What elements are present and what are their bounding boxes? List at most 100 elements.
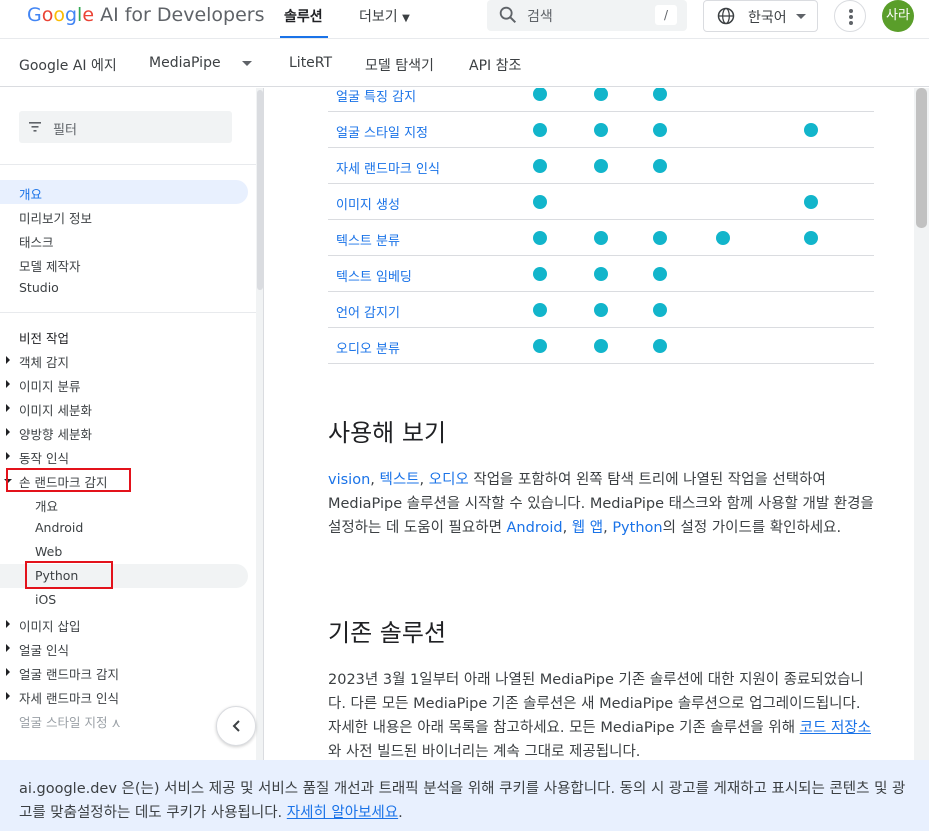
- subnav-item-api-reference[interactable]: API 참조: [469, 55, 521, 75]
- sidebar-item-object-detection[interactable]: 객체 감지: [19, 352, 69, 371]
- sidebar-item-face-landmark[interactable]: 얼굴 랜드마크 감지: [19, 664, 119, 683]
- sidebar-item-image-segmentation[interactable]: 이미지 세분화: [19, 400, 92, 419]
- cookie-banner: ai.google.dev 은(는) 서비스 제공 및 서비스 품질 개선과 트…: [0, 760, 929, 831]
- expand-arrow-icon[interactable]: [6, 356, 10, 364]
- expand-arrow-icon[interactable]: [6, 452, 10, 460]
- task-link[interactable]: 이미지 생성: [336, 194, 400, 213]
- sidebar-item-image-embedding[interactable]: 이미지 삽입: [19, 616, 80, 635]
- language-label: 한국어: [748, 10, 787, 26]
- sidebar-scrollbar-thumb[interactable]: [257, 90, 263, 290]
- supported-dot-icon: [653, 159, 667, 173]
- expand-arrow-icon[interactable]: [6, 620, 10, 628]
- sidebar-item-overview[interactable]: 개요: [19, 184, 42, 203]
- nav-solutions[interactable]: 솔루션: [284, 6, 323, 26]
- sidebar-item-face-detection[interactable]: 얼굴 인식: [19, 640, 69, 659]
- chevron-down-icon: ▼: [402, 13, 410, 24]
- kebab-dot: [849, 21, 853, 25]
- task-link[interactable]: 텍스트 분류: [336, 230, 400, 249]
- globe-icon: [717, 7, 735, 25]
- language-selector[interactable]: 한국어: [703, 0, 818, 32]
- collapse-sidebar-button[interactable]: [216, 706, 256, 746]
- expand-arrow-icon[interactable]: [6, 644, 10, 652]
- chevron-down-icon: [796, 14, 806, 19]
- paragraph-legacy-solutions: 2023년 3월 1일부터 아래 나열된 MediaPipe 기존 솔루션에 대…: [328, 672, 871, 760]
- table-row: 자세 랜드마크 인식: [328, 148, 874, 184]
- paragraph-try-it: vision, 텍스트, 오디오 작업을 포함하여 왼쪽 탐색 트리에 나열된 …: [328, 472, 874, 536]
- supported-dot-icon: [533, 159, 547, 173]
- sidebar-item-model-maker[interactable]: 모델 제작자: [19, 256, 80, 275]
- heading-try-it: 사용해 보기: [328, 419, 447, 447]
- google-ai-logo[interactable]: Google AI for Developers: [27, 4, 265, 26]
- subnav-item-litert[interactable]: LiteRT: [289, 55, 332, 71]
- task-link[interactable]: 자세 랜드마크 인식: [336, 158, 440, 177]
- supported-dot-icon: [653, 231, 667, 245]
- supported-dot-icon: [594, 231, 608, 245]
- sidebar-heading-vision: 비전 작업: [19, 331, 69, 346]
- supported-dot-icon: [653, 303, 667, 317]
- supported-dot-icon: [533, 195, 547, 209]
- subnav-item-model-explorer[interactable]: 모델 탐색기: [365, 55, 434, 75]
- chevron-down-icon[interactable]: [242, 61, 252, 66]
- sidebar-item-interactive-segmentation[interactable]: 양방향 세분화: [19, 424, 92, 443]
- chevron-left-icon: [232, 720, 240, 732]
- nav-more[interactable]: 더보기 ▼: [359, 6, 410, 26]
- expand-arrow-icon[interactable]: [6, 668, 10, 676]
- sidebar-item-face-stylizer[interactable]: 얼굴 스타일 지정 ⋏: [19, 712, 121, 731]
- sidebar-item-pose-landmark[interactable]: 자세 랜드마크 인식: [19, 688, 119, 707]
- supported-dot-icon: [653, 123, 667, 137]
- search-shortcut-key: /: [655, 5, 677, 25]
- supported-dot-icon: [533, 231, 547, 245]
- sidebar-subitem-web[interactable]: Web: [35, 544, 62, 559]
- avatar[interactable]: 사라: [882, 0, 914, 32]
- sidebar-subitem-ios[interactable]: iOS: [35, 592, 56, 607]
- learn-more-link[interactable]: 자세히 알아보세요: [287, 805, 398, 821]
- link-audio[interactable]: 오디오: [429, 472, 469, 488]
- filter-placeholder: 필터: [53, 123, 77, 138]
- kebab-dot: [849, 9, 853, 13]
- sidebar-subitem-overview[interactable]: 개요: [35, 496, 58, 515]
- subnav-item-google-ai-edge[interactable]: Google AI 에지: [19, 55, 117, 75]
- top-bar: Google AI for Developers 솔루션 더보기 ▼ 검색 / …: [0, 0, 929, 38]
- filter-icon: [29, 122, 41, 132]
- supported-dot-icon: [594, 123, 608, 137]
- task-link[interactable]: 얼굴 스타일 지정: [336, 122, 428, 141]
- expand-arrow-icon[interactable]: [6, 692, 10, 700]
- expand-arrow-icon[interactable]: [6, 380, 10, 388]
- supported-dot-icon: [533, 123, 547, 137]
- supported-dot-icon: [653, 339, 667, 353]
- kebab-dot: [849, 15, 853, 19]
- supported-dot-icon: [804, 123, 818, 137]
- main-scrollbar-thumb[interactable]: [916, 88, 927, 228]
- link-code-repository[interactable]: 코드 저장소: [800, 720, 871, 736]
- link-web-app[interactable]: 웹 앱: [572, 520, 603, 536]
- more-options-button[interactable]: [834, 0, 866, 32]
- sidebar-item-gesture-recognition[interactable]: 동작 인식: [19, 448, 69, 467]
- filter-input[interactable]: 필터: [19, 111, 232, 143]
- search-icon: [499, 6, 517, 24]
- supported-dot-icon: [594, 267, 608, 281]
- task-link[interactable]: 얼굴 특징 감지: [336, 88, 416, 105]
- sidebar-item-tasks[interactable]: 태스크: [19, 232, 54, 251]
- task-link[interactable]: 오디오 분류: [336, 338, 400, 357]
- link-vision[interactable]: vision: [328, 472, 370, 488]
- search-box[interactable]: 검색 /: [487, 0, 687, 31]
- link-python[interactable]: Python: [612, 520, 662, 536]
- expand-arrow-icon[interactable]: [6, 404, 10, 412]
- supported-dot-icon: [804, 195, 818, 209]
- task-link[interactable]: 텍스트 임베딩: [336, 266, 412, 285]
- link-text[interactable]: 텍스트: [379, 472, 419, 488]
- task-link[interactable]: 언어 감지기: [336, 302, 400, 321]
- link-android[interactable]: Android: [507, 520, 563, 536]
- sidebar-item-studio[interactable]: Studio: [19, 280, 59, 295]
- sidebar-subitem-android[interactable]: Android: [35, 520, 83, 535]
- expand-arrow-icon[interactable]: [6, 428, 10, 436]
- supported-dot-icon: [533, 88, 547, 101]
- divider: [0, 164, 256, 165]
- sidebar-item-image-classification[interactable]: 이미지 분류: [19, 376, 80, 395]
- left-nav: 필터 개요 미리보기 정보 태스크 모델 제작자 Studio 비전 작업 객체…: [0, 88, 264, 760]
- sidebar-item-preview-info[interactable]: 미리보기 정보: [19, 208, 92, 227]
- table-row: 이미지 생성: [328, 184, 874, 220]
- search-input[interactable]: 검색: [527, 6, 553, 26]
- subnav-item-mediapipe[interactable]: MediaPipe: [149, 55, 221, 71]
- supported-dot-icon: [653, 267, 667, 281]
